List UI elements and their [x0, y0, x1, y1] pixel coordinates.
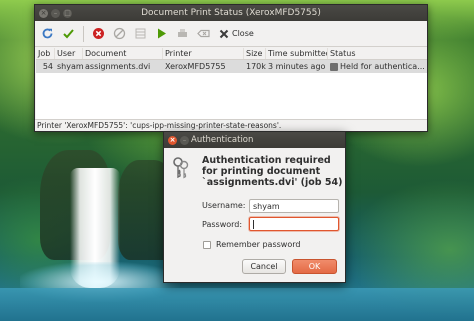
- job-time-submitted: 3 minutes ago: [268, 62, 326, 71]
- column-header-user[interactable]: User: [55, 48, 83, 59]
- job-user: shyam: [57, 62, 83, 71]
- column-header-job[interactable]: Job: [36, 48, 55, 59]
- job-id: 54: [42, 62, 53, 71]
- auth-heading: Authentication required for printing doc…: [202, 155, 343, 188]
- print-status-toolbar: Close: [35, 21, 427, 47]
- remember-password-checkbox[interactable]: [203, 240, 211, 249]
- release-icon[interactable]: [153, 25, 170, 42]
- print-status-titlebar[interactable]: × – □ Document Print Status (XeroxMFD575…: [35, 5, 427, 21]
- job-document: assignments.dvi: [85, 62, 151, 71]
- ok-button[interactable]: OK: [292, 259, 337, 274]
- window-close-icon[interactable]: ×: [39, 8, 48, 18]
- cancel-button[interactable]: Cancel: [242, 259, 286, 274]
- column-header-document[interactable]: Document: [83, 48, 163, 59]
- dialog-minimize-icon[interactable]: –: [180, 135, 189, 145]
- hold-icon[interactable]: [132, 25, 149, 42]
- auth-title: Authentication: [191, 135, 254, 145]
- auth-titlebar[interactable]: × – Authentication: [164, 132, 345, 148]
- column-header-status[interactable]: Status: [328, 48, 427, 59]
- table-row[interactable]: 54 shyam assignments.dvi XeroxMFD5755 17…: [36, 60, 427, 73]
- column-header-size[interactable]: Size: [244, 48, 266, 59]
- jobs-table: Job User Document Printer Size Time subm…: [36, 48, 427, 120]
- refresh-icon[interactable]: [39, 25, 56, 42]
- table-header-row: Job User Document Printer Size Time subm…: [36, 48, 427, 60]
- window-minimize-icon[interactable]: –: [51, 8, 60, 18]
- close-icon: [219, 29, 229, 38]
- text-caret: [253, 219, 254, 229]
- username-value: shyam: [253, 201, 280, 211]
- print-status-window: × – □ Document Print Status (XeroxMFD575…: [34, 4, 428, 132]
- job-status: Held for authentica...: [340, 62, 425, 71]
- dialog-close-icon[interactable]: ×: [168, 135, 177, 145]
- toolbar-separator: [83, 25, 84, 42]
- remember-password-label: Remember password: [216, 240, 301, 249]
- job-status-cell: Held for authentica...: [328, 60, 427, 73]
- apply-icon[interactable]: [60, 25, 77, 42]
- cancel-job-icon[interactable]: [90, 25, 107, 42]
- stop-icon[interactable]: [111, 25, 128, 42]
- print-status-bar: Printer 'XeroxMFD5755': 'cups-ipp-missin…: [35, 119, 427, 131]
- column-header-printer[interactable]: Printer: [163, 48, 244, 59]
- password-label: Password:: [202, 220, 243, 229]
- job-printer: XeroxMFD5755: [165, 62, 226, 71]
- water-pool: [0, 288, 474, 321]
- toolbar-close-label: Close: [232, 29, 254, 38]
- column-header-time[interactable]: Time submitted: [266, 48, 328, 59]
- authentication-dialog: × – Authentication Authentication requir…: [163, 131, 346, 283]
- lock-icon: [330, 62, 338, 71]
- print-status-title: Document Print Status (XeroxMFD5755): [141, 8, 321, 18]
- username-label: Username:: [202, 201, 246, 210]
- remember-password-option[interactable]: Remember password: [203, 240, 300, 249]
- window-maximize-icon[interactable]: □: [63, 8, 72, 18]
- job-size: 170k: [246, 62, 266, 71]
- clear-icon[interactable]: [195, 25, 212, 42]
- toolbar-close-button[interactable]: Close: [216, 25, 257, 42]
- keys-icon: [172, 156, 190, 180]
- reprint-icon[interactable]: [174, 25, 191, 42]
- password-field[interactable]: [249, 217, 339, 231]
- username-field[interactable]: shyam: [249, 199, 339, 213]
